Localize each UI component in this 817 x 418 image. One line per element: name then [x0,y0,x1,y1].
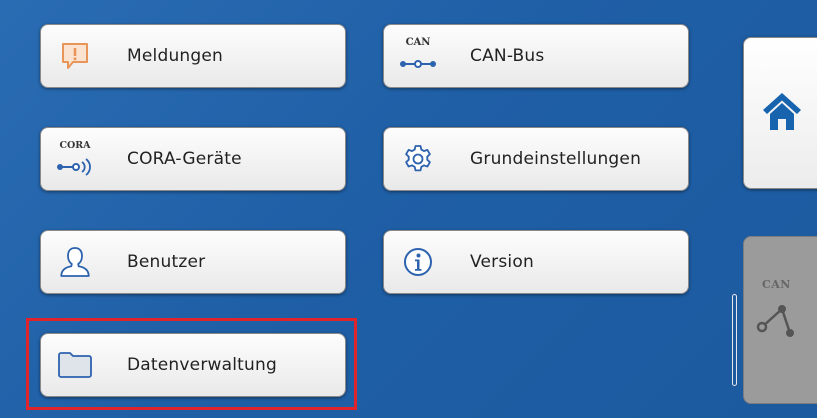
user-button[interactable]: Benutzer [40,230,346,294]
cora-icon-text: CORA [59,140,91,151]
home-icon [760,90,804,136]
can-bus-icon-text: CAN [405,37,431,48]
meldungen-button[interactable]: Meldungen [40,24,346,88]
user-icon [55,243,95,281]
home-button[interactable] [743,37,817,189]
basic-settings-label: Grundeinstellungen [470,149,642,169]
can-bus-button[interactable]: CAN CAN-Bus [383,24,689,88]
version-label: Version [470,252,534,272]
alert-message-icon [55,37,95,75]
basic-settings-button[interactable]: Grundeinstellungen [383,127,689,191]
menu-screen: Meldungen CAN CAN-Bus CORA CORA-Geräte G… [0,0,817,418]
data-management-label: Datenverwaltung [127,355,277,375]
cora-devices-button[interactable]: CORA CORA-Geräte [40,127,346,191]
scrollbar[interactable] [732,294,737,386]
meldungen-label: Meldungen [127,46,224,66]
info-icon [398,243,438,281]
data-management-button[interactable]: Datenverwaltung [40,333,346,397]
cora-devices-label: CORA-Geräte [127,149,242,169]
user-label: Benutzer [127,252,206,272]
can-bus-icon: CAN [398,37,438,75]
version-button[interactable]: Version [383,230,689,294]
can-network-icon [756,305,794,337]
folder-icon [55,346,95,384]
can-network-button[interactable] [743,236,817,404]
gear-icon [398,140,438,178]
can-bus-label: CAN-Bus [470,46,545,66]
cora-wireless-icon: CORA [55,140,95,178]
can-network-text: CAN [762,278,791,291]
